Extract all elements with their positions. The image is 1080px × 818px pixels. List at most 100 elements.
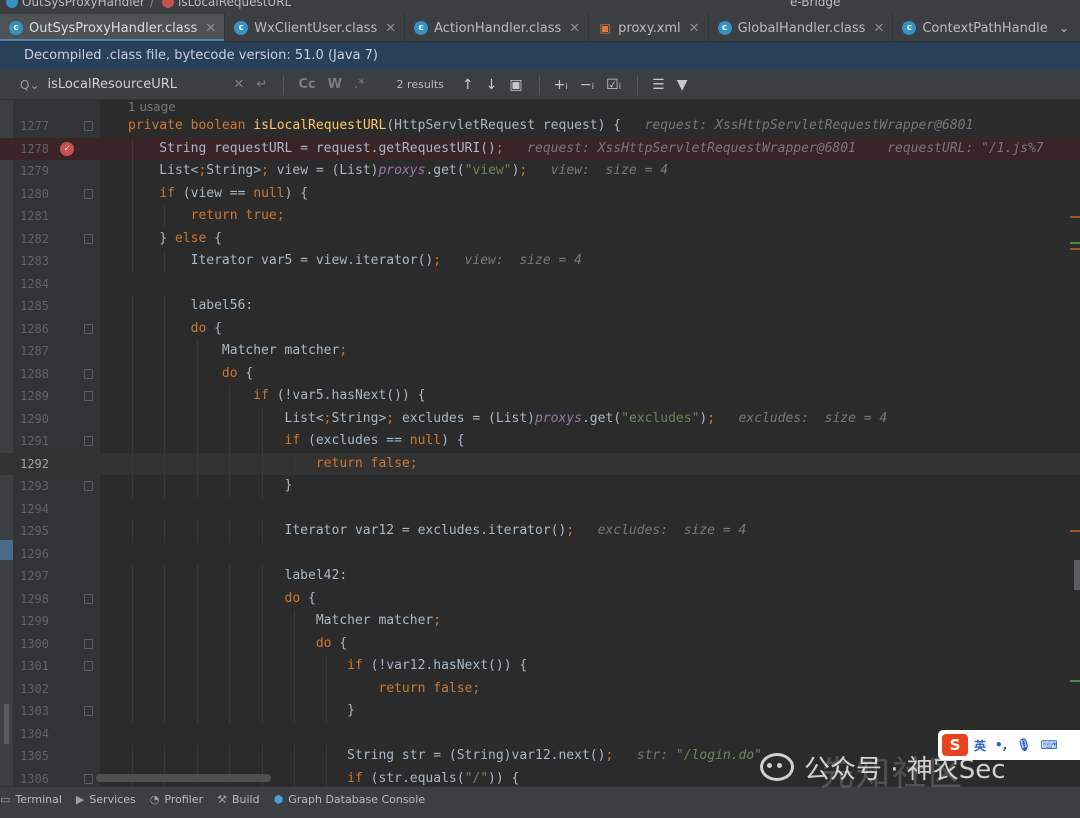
code-line[interactable]: 1295 Iterator var12 = excludes.iterator(… — [0, 520, 1080, 543]
code-line[interactable]: 1280 if (view == null) { — [0, 182, 1080, 205]
line-number: 1303 — [20, 704, 49, 718]
graph-database-console-tool[interactable]: ⬢ Graph Database Console — [274, 793, 426, 806]
breadcrumb-item-method[interactable]: isLocalRequestURL — [178, 0, 291, 9]
code-line[interactable]: 1300 do { — [0, 632, 1080, 655]
tab-outsysproxyhandler[interactable]: c OutSysProxyHandler.class ✕ — [0, 14, 226, 41]
code-line[interactable]: 1278 ✓ String requestURL = request.getReq… — [0, 137, 1080, 160]
tab-overflow-icon[interactable]: ⌄ — [1048, 14, 1080, 41]
tab-proxy-xml[interactable]: ▣ proxy.xml ✕ — [589, 14, 709, 41]
line-number: 1306 — [20, 771, 49, 786]
regex-toggle[interactable]: .* — [354, 77, 365, 92]
search-icon[interactable]: Q⌄ — [20, 78, 40, 92]
fold-icon[interactable] — [84, 323, 93, 334]
filter-options-icon[interactable]: ☰ — [652, 77, 665, 93]
terminal-tool[interactable]: ▭ Terminal — [0, 793, 62, 806]
code-line[interactable]: 1281 return true; — [0, 205, 1080, 228]
close-icon[interactable]: ✕ — [205, 21, 216, 36]
add-occurrence-icon[interactable]: +ᵢ — [554, 77, 568, 93]
code-line[interactable]: 1285 label56: — [0, 295, 1080, 318]
fold-icon[interactable] — [84, 481, 93, 491]
tab-label: ActionHandler.class — [434, 20, 562, 36]
code-line[interactable]: 1298 do { — [0, 587, 1080, 610]
fold-icon[interactable] — [84, 706, 93, 716]
code-line[interactable]: 1296 — [0, 543, 1080, 566]
code-text: if (!var12.hasNext()) { — [347, 658, 528, 673]
tab-globalhandler[interactable]: c GlobalHandler.class ✕ — [709, 14, 894, 41]
fold-icon[interactable] — [84, 661, 93, 671]
code-line[interactable]: 1301 if (!var12.hasNext()) { — [0, 655, 1080, 678]
next-occurrence-icon[interactable]: ↓ — [486, 77, 498, 93]
code-editor[interactable]: 1 usage 1277 private boolean isLocalReque… — [0, 100, 1080, 786]
code-line[interactable]: 1277 private boolean isLocalRequestURL(Ht… — [0, 115, 1080, 138]
code-line[interactable]: 1302 return false; — [0, 677, 1080, 700]
code-text: Iterator var12 = excludes.iterator(); ex… — [128, 523, 747, 538]
tab-wxclientuser[interactable]: c WxClientUser.class ✕ — [225, 14, 406, 41]
build-tool[interactable]: ⚒ Build — [217, 793, 260, 806]
horizontal-scrollbar[interactable] — [96, 774, 271, 782]
breadcrumb-item-class[interactable]: OutSysProxyHandler — [22, 0, 145, 9]
fold-icon[interactable] — [84, 121, 93, 131]
previous-occurrence-icon[interactable]: ↑ — [462, 77, 474, 93]
close-icon[interactable]: ✕ — [569, 21, 580, 36]
code-text: } — [128, 703, 355, 718]
status-bar — [0, 812, 1080, 818]
code-text: Iterator var5 = view.iterator(); view: s… — [128, 253, 582, 268]
fold-icon[interactable] — [84, 188, 93, 199]
select-all-occurrences-icon[interactable]: ☑ᵢ — [606, 77, 621, 93]
line-number: 1287 — [20, 344, 49, 358]
line-number: 1295 — [20, 524, 49, 538]
code-line[interactable]: 1289 if (!var5.hasNext()) { — [0, 385, 1080, 408]
fold-icon[interactable] — [84, 391, 93, 401]
fold-icon[interactable] — [84, 773, 93, 784]
close-icon[interactable]: ✕ — [873, 21, 884, 36]
line-number: 1297 — [20, 569, 49, 583]
code-text: if (!var5.hasNext()) { — [253, 388, 426, 403]
whole-words-toggle[interactable]: W — [328, 77, 342, 92]
fold-icon[interactable] — [84, 436, 93, 446]
code-text: Matcher matcher; — [128, 343, 348, 358]
filter-icon[interactable]: ▼ — [677, 77, 688, 93]
code-line[interactable]: 1283 Iterator var5 = view.iterator(); vi… — [0, 250, 1080, 273]
close-icon[interactable]: ✕ — [385, 21, 396, 36]
vertical-scrollbar[interactable] — [1074, 560, 1080, 590]
match-case-toggle[interactable]: Cc — [298, 77, 315, 92]
divider — [283, 74, 285, 95]
code-line[interactable]: 1279 List<;String>; view = (List)proxys.… — [0, 160, 1080, 183]
fold-icon[interactable] — [84, 368, 93, 379]
run-config-select[interactable]: e-Bridge — [790, 0, 840, 9]
line-number: 1305 — [20, 749, 49, 763]
keyboard-icon[interactable]: ⌨ — [1040, 738, 1057, 752]
code-line[interactable]: 1292 return false; — [0, 452, 1080, 475]
code-line[interactable]: 1291 if (excludes == null) { — [0, 430, 1080, 453]
code-line[interactable]: 1286 do { — [0, 317, 1080, 340]
close-icon[interactable]: ✕ — [689, 21, 700, 36]
breakpoint-icon[interactable]: ✓ — [60, 141, 74, 156]
fold-icon[interactable] — [84, 593, 93, 604]
tab-actionhandler[interactable]: c ActionHandler.class ✕ — [405, 14, 590, 41]
remove-occurrence-icon[interactable]: −ᵢ — [580, 77, 594, 93]
line-number: 1282 — [20, 231, 49, 246]
build-icon: ⚒ — [217, 793, 227, 806]
code-line[interactable]: 1290 List<;String>; excludes = (List)pro… — [0, 407, 1080, 430]
line-number: 1277 — [20, 119, 49, 133]
fold-icon[interactable] — [84, 233, 93, 244]
fold-icon[interactable] — [84, 638, 93, 649]
clear-search-icon[interactable]: ✕ — [234, 77, 245, 92]
microphone-icon[interactable]: 🎙 — [1016, 738, 1031, 752]
code-line[interactable]: 1282 } else { — [0, 227, 1080, 250]
divider — [538, 74, 540, 95]
open-in-window-icon[interactable]: ▣ — [509, 77, 522, 93]
code-line[interactable]: 1284 — [0, 273, 1080, 296]
code-line[interactable]: 1299 Matcher matcher; — [0, 610, 1080, 633]
services-tool[interactable]: ▶ Services — [76, 793, 136, 806]
code-line[interactable]: 1294 — [0, 498, 1080, 521]
code-line[interactable]: 1297 label42: — [0, 565, 1080, 588]
code-line[interactable]: 1293 } — [0, 475, 1080, 498]
profiler-tool[interactable]: ◔ Profiler — [150, 793, 203, 806]
code-line[interactable]: 1287 Matcher matcher; — [0, 340, 1080, 363]
code-line[interactable]: 1303 } — [0, 700, 1080, 723]
new-line-icon[interactable]: ↵ — [256, 77, 267, 92]
usage-hint[interactable]: 1 usage — [128, 100, 176, 114]
search-input[interactable]: isLocalResourceURL — [48, 77, 234, 92]
code-line[interactable]: 1288 do { — [0, 362, 1080, 385]
